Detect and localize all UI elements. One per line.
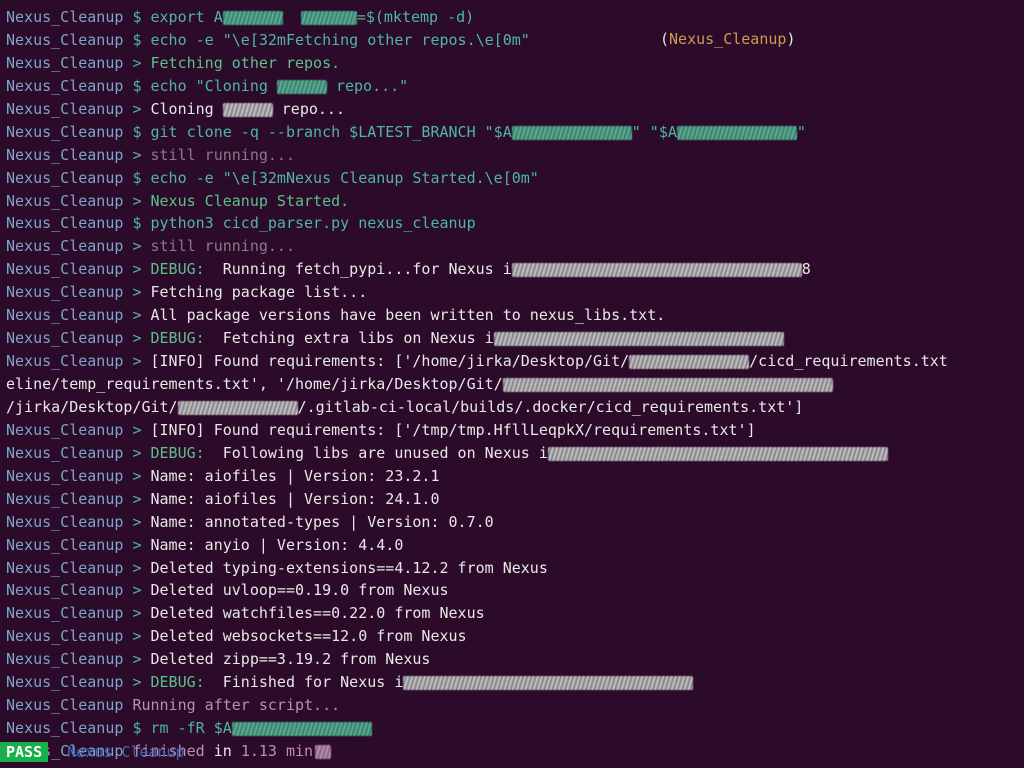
- pass-job-name: Nexus Cleanup: [57, 743, 184, 761]
- terminal-output: Nexus_Cleanup $ export A =$(mktemp -d) N…: [6, 6, 1024, 763]
- status-row: PASS Nexus Cleanup: [0, 741, 1024, 764]
- still-running: still running...: [151, 146, 296, 164]
- debug-label: DEBUG:: [151, 260, 205, 278]
- lib-entry: Name: aiofiles | Version: 23.2.1: [151, 467, 440, 485]
- pass-badge: PASS: [0, 742, 48, 762]
- job-tag: (Nexus_Cleanup): [660, 28, 795, 51]
- output-fetching-repos: Fetching other repos.: [151, 54, 341, 72]
- after-script-msg: Running after script...: [132, 696, 340, 714]
- job-label: Nexus_Cleanup: [6, 8, 123, 26]
